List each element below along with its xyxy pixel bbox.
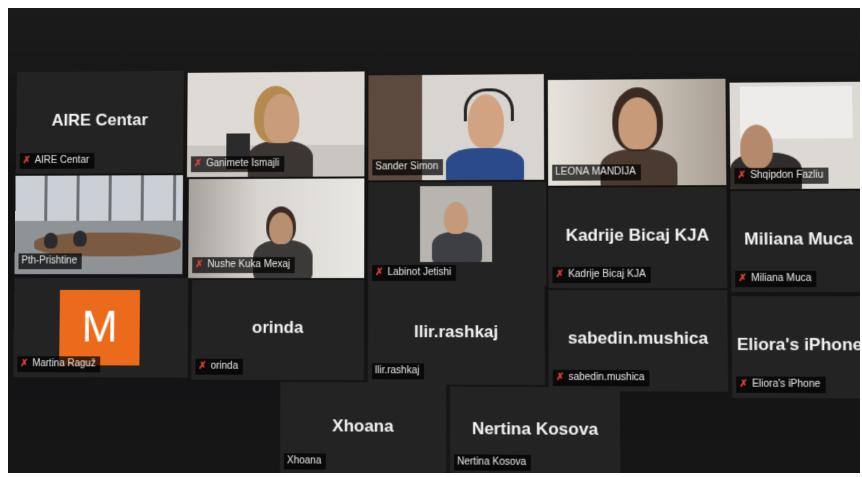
participant-label: LEONA MANDIJA [552, 164, 642, 181]
participant-label: Xhoana [283, 453, 327, 470]
video-person-head [73, 230, 87, 247]
participant-tile-sander-simon[interactable]: Sander Simon [368, 74, 545, 181]
participant-name-center: sabedin.mushica [567, 328, 709, 348]
participant-label: ✗ sabedin.mushica [552, 369, 650, 387]
participant-label: ✗ Labinot Jetishi [372, 264, 457, 282]
participant-tile-martina-raguz[interactable]: M ✗ Martina Raguž [13, 278, 189, 378]
participant-tile-miliana-muca[interactable]: Miliana Muca ✗ Miliana Muca [730, 190, 860, 293]
participant-tile-nertina-kosova[interactable]: Nertina Kosova Nertina Kosova [450, 386, 621, 473]
participant-tile-ganimete-ismajli[interactable]: ✗ Ganimete Ismajli [186, 71, 365, 178]
participant-name-center: Xhoana [332, 416, 394, 436]
participant-label-text: sabedin.mushica [568, 371, 645, 384]
participant-label-text: Miliana Muca [751, 272, 812, 285]
participant-label-text: Eliora's iPhone [751, 378, 821, 391]
participant-name-center: AIRE Centar [51, 110, 148, 130]
participant-label: ✗ Ganimete Ismajli [190, 155, 285, 173]
mic-muted-icon: ✗ [555, 371, 565, 383]
participant-name-center: Miliana Muca [744, 229, 853, 249]
video-person-body [445, 147, 525, 181]
participant-label-text: Kadrije Bicaj KJA [568, 268, 646, 281]
mic-muted-icon: ✗ [193, 158, 203, 170]
mic-muted-icon: ✗ [198, 360, 207, 372]
video-headset [463, 88, 514, 122]
participant-label: ✗ Nushe Kuka Mexaj [192, 257, 296, 274]
participant-label-text: Labinot Jetishi [387, 266, 452, 279]
participant-tile-labinot-jetishi[interactable]: ✗ Labinot Jetishi [368, 181, 547, 287]
participant-label-text: Ganimete Ismajli [206, 157, 280, 170]
participant-label-text: Martina Raguž [32, 358, 96, 370]
mic-muted-icon: ✗ [195, 259, 204, 271]
participant-label: ✗ Kadrije Bicaj KJA [552, 266, 651, 284]
mic-muted-icon: ✗ [738, 272, 748, 285]
mic-muted-icon: ✗ [555, 268, 565, 281]
participant-name-center: Nertina Kosova [471, 419, 599, 439]
participant-tile-kadrije-bicaj-kja[interactable]: Kadrije Bicaj KJA ✗ Kadrije Bicaj KJA [548, 187, 728, 289]
participant-label: Pth-Prishtine [18, 253, 83, 270]
participant-label-text: orinda [210, 360, 239, 372]
participant-label: Sander Simon [372, 159, 444, 176]
participant-tile-llir-rashkaj[interactable]: llir.rashkaj llir.rashkaj [367, 284, 545, 385]
zoom-window: AIRE Centar ✗ AIRE Centar ✗ Ganimete Ismaj… [8, 8, 860, 473]
participant-label-text: LEONA MANDIJA [555, 166, 636, 178]
participant-label-text: AIRE Centar [34, 154, 90, 166]
gallery-view: AIRE Centar ✗ AIRE Centar ✗ Ganimete Ismaj… [12, 8, 860, 473]
participant-label: ✗ Miliana Muca [735, 270, 817, 288]
participant-label: ✗ AIRE Centar [19, 152, 95, 169]
participant-label-text: Xhoana [286, 455, 322, 467]
participant-video [420, 185, 493, 263]
participant-tile-nushe-kuka-mexaj[interactable]: ✗ Nushe Kuka Mexaj [188, 178, 365, 279]
participant-label: ✗ Eliora's iPhone [736, 376, 826, 394]
video-person-head [43, 232, 58, 249]
participant-tile-aire-centar[interactable]: AIRE Centar ✗ AIRE Centar [15, 70, 184, 174]
participant-tile-elioras-iphone[interactable]: Eliora's iPhone ✗ Eliora's iPhone [731, 296, 860, 399]
video-person-body [432, 231, 483, 263]
participant-label-text: Nertina Kosova [457, 456, 527, 468]
participant-label-text: llir.rashkaj [374, 365, 420, 377]
participant-label-text: Nushe Kuka Mexaj [207, 259, 291, 271]
participant-label: Nertina Kosova [454, 454, 532, 472]
participant-label-text: Pth-Prishtine [21, 255, 78, 267]
mic-muted-icon: ✗ [739, 378, 748, 390]
participant-tile-xhoana[interactable]: Xhoana Xhoana [279, 381, 447, 473]
mic-muted-icon: ✗ [22, 155, 31, 166]
video-windows [15, 175, 184, 221]
video-person-head [618, 97, 658, 150]
participant-tile-orinda[interactable]: orinda ✗ orinda [191, 280, 365, 381]
participant-tile-leona-mandija[interactable]: LEONA MANDIJA [547, 78, 727, 186]
participant-name-center: orinda [251, 317, 304, 337]
participant-tile-shqipdon-fazliu[interactable]: ✗ Shqipdon Fazliu [729, 81, 860, 190]
participant-name-center: llir.rashkaj [413, 322, 499, 342]
participant-label: ✗ orinda [195, 358, 244, 375]
video-person-head [263, 93, 300, 144]
mic-muted-icon: ✗ [737, 169, 747, 182]
video-person-head [443, 201, 469, 234]
participant-label-text: Shqipdon Fazliu [750, 169, 824, 181]
video-person-head [740, 124, 774, 169]
participant-label: llir.rashkaj [371, 363, 425, 380]
avatar: M [59, 289, 141, 366]
participant-label: ✗ Shqipdon Fazliu [734, 167, 829, 185]
mic-muted-icon: ✗ [375, 267, 384, 279]
mic-muted-icon: ✗ [20, 358, 29, 370]
participant-name-center: Kadrije Bicaj KJA [565, 225, 710, 245]
participant-name-center: Eliora's iPhone [736, 334, 860, 355]
participant-label: ✗ Martina Raguž [17, 356, 101, 373]
video-person-head [269, 212, 293, 245]
participant-tile-pth-prishtine[interactable]: Pth-Prishtine [14, 175, 184, 275]
participant-label-text: Sander Simon [375, 161, 439, 173]
participant-tile-sabedin-mushica[interactable]: sabedin.mushica ✗ sabedin.mushica [548, 290, 729, 392]
